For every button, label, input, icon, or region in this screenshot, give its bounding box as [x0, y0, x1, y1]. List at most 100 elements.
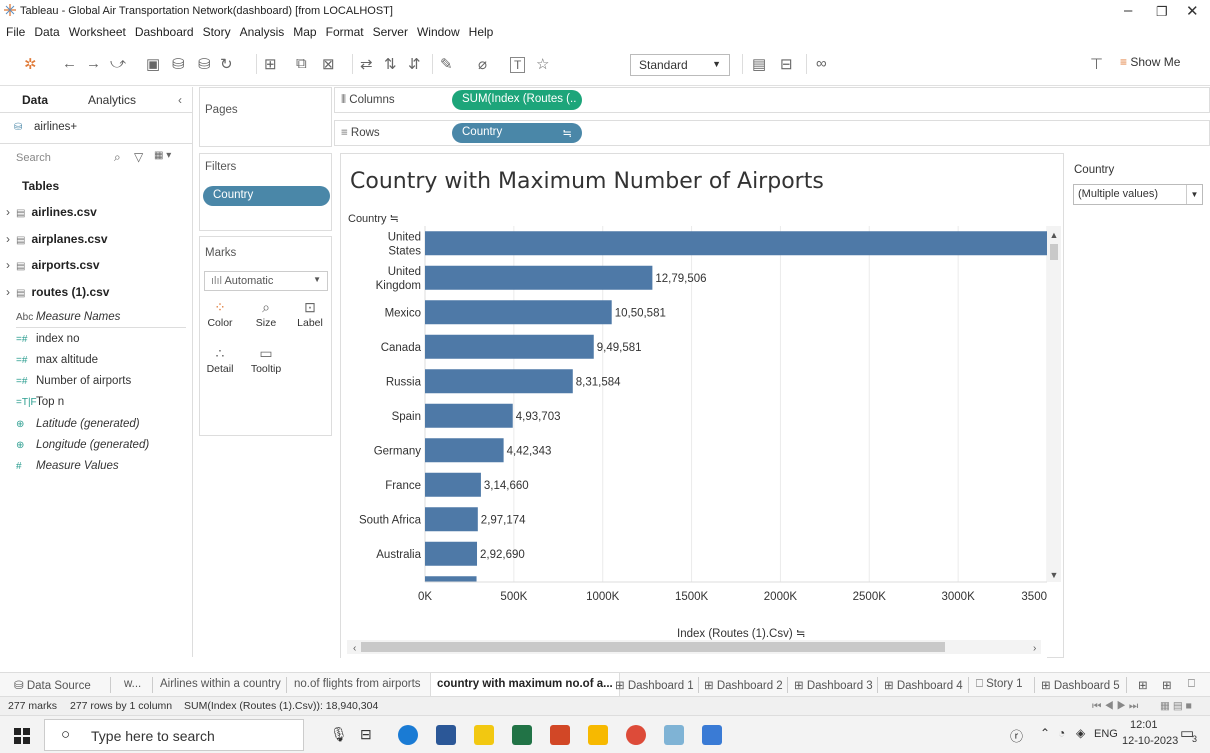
menu-format[interactable]: Format [326, 25, 364, 39]
tab-dashboard-4[interactable]: ⊞ Dashboard 4 [884, 678, 963, 692]
columns-pill[interactable]: SUM(Index (Routes (.. [452, 90, 582, 110]
network-icon[interactable]: ◔ [1058, 726, 1065, 740]
swap-icon[interactable]: ⇄ [360, 55, 373, 73]
sheet-nav-icon[interactable]: ⏮ ◀ ▶ ⏭ [1092, 700, 1138, 713]
tab-sheet[interactable]: w... [124, 678, 141, 690]
new-dashboard-icon[interactable]: ⊞ [1162, 678, 1172, 692]
tab-dashboard-3[interactable]: ⊞ Dashboard 3 [794, 678, 873, 692]
field-item[interactable]: =# index no [16, 333, 79, 345]
view-toggle-icon[interactable]: ▦ ▤ ■ [1160, 700, 1192, 712]
tab-story-1[interactable]: ⎕ Story 1 [976, 678, 1023, 691]
menu-file[interactable]: File [6, 25, 25, 39]
new-story-icon[interactable]: ⎕ [1188, 678, 1195, 691]
group-icon[interactable]: ⌀ [478, 55, 487, 73]
file-explorer-icon[interactable] [474, 725, 494, 745]
menu-worksheet[interactable]: Worksheet [69, 25, 126, 39]
redo-icon[interactable]: ⤻ [110, 55, 126, 72]
field-item[interactable]: =T|FTop n [16, 396, 64, 408]
duplicate-icon[interactable]: ⧉ [296, 55, 307, 72]
menu-server[interactable]: Server [373, 25, 408, 39]
field-item[interactable]: # Measure Values [16, 460, 119, 472]
tab-dashboard-2[interactable]: ⊞ Dashboard 2 [704, 678, 783, 692]
search-icon[interactable]: ⌕ [114, 150, 121, 165]
close-button[interactable]: ✕ [1186, 2, 1199, 20]
datasource-item[interactable]: ⛁ airlines+ [14, 121, 77, 133]
pin-icon[interactable]: ⊤ [1090, 55, 1103, 73]
tab-sheet[interactable]: no.of flights from airports [294, 678, 421, 690]
share-icon[interactable]: ∞ [816, 55, 827, 72]
people-icon[interactable]: ⓡ [1010, 726, 1023, 745]
menu-analysis[interactable]: Analysis [240, 25, 285, 39]
table-item[interactable]: › ▤ airlines.csv [6, 205, 97, 219]
highlight-icon[interactable]: ✎ [440, 55, 453, 73]
search-input[interactable]: Search [16, 152, 112, 164]
tab-data[interactable]: Data [22, 93, 48, 107]
field-item[interactable]: =# Number of airports [16, 375, 131, 387]
field-item[interactable]: =# max altitude [16, 354, 98, 366]
fit-select[interactable]: Standard ▼ [630, 54, 730, 76]
detail-button[interactable]: ∴ Detail [204, 345, 236, 379]
back-icon[interactable]: ← [62, 55, 77, 72]
table-item[interactable]: › ▤ airports.csv [6, 258, 100, 272]
refresh-icon[interactable]: ↻ [220, 55, 233, 73]
filter-icon[interactable]: ▽ [134, 150, 143, 164]
tab-sheet[interactable]: Airlines within a country [160, 678, 281, 690]
menu-window[interactable]: Window [417, 25, 460, 39]
language-indicator[interactable]: ENG [1094, 728, 1118, 740]
clock-date[interactable]: 12-10-2023 [1122, 735, 1178, 747]
fix-axes-icon[interactable]: ☆ [536, 55, 549, 73]
app-icon[interactable] [588, 725, 608, 745]
windows-start-icon[interactable] [14, 728, 30, 744]
tab-dashboard-5[interactable]: ⊞ Dashboard 5 [1041, 678, 1120, 692]
new-worksheet-icon[interactable]: ⊞ [264, 55, 277, 73]
volume-icon[interactable]: ◈ [1076, 726, 1085, 740]
new-datasource-icon[interactable]: ⛁ [172, 55, 185, 73]
show-cards-icon[interactable]: ▤ [752, 55, 766, 73]
pages-card[interactable]: Pages [199, 87, 332, 147]
menu-map[interactable]: Map [293, 25, 316, 39]
pause-updates-icon[interactable]: ⛁ [198, 55, 211, 73]
rows-shelf[interactable]: ≡ Rows Country ≒ [334, 120, 1210, 146]
tooltip-button[interactable]: ▭ Tooltip [250, 345, 282, 379]
menu-dashboard[interactable]: Dashboard [135, 25, 194, 39]
tab-dashboard-1[interactable]: ⊞ Dashboard 1 [615, 678, 694, 692]
minimize-button[interactable]: – [1124, 2, 1132, 19]
menu-story[interactable]: Story [203, 25, 231, 39]
sort-desc-icon[interactable]: ⇵ [408, 55, 421, 73]
powerpoint-icon[interactable] [550, 725, 570, 745]
photos-icon[interactable] [702, 725, 722, 745]
taskbar-search[interactable]: ○ Type here to search [44, 719, 304, 751]
field-item[interactable]: ⊕ Longitude (generated) [16, 439, 149, 451]
filter-pill-country[interactable]: Country [203, 186, 330, 206]
clear-sheet-icon[interactable]: ⊠ [322, 55, 335, 73]
collapse-pane-icon[interactable]: ‹ [178, 93, 182, 107]
field-item[interactable]: Abc Measure Names [16, 311, 120, 323]
labels-icon[interactable]: T [510, 57, 526, 73]
menu-help[interactable]: Help [469, 25, 494, 39]
microphone-icon[interactable]: 🎙 [330, 726, 348, 743]
table-item[interactable]: › ▤ routes (1).csv [6, 285, 109, 299]
menu-data[interactable]: Data [34, 25, 59, 39]
view-options-icon[interactable]: ▦ ▾ [154, 150, 171, 161]
save-icon[interactable]: ▣ [146, 55, 160, 73]
tab-analytics[interactable]: Analytics [88, 93, 136, 107]
tableau-home-icon[interactable]: ✲ [24, 55, 37, 73]
clock-time[interactable]: 12:01 [1130, 719, 1158, 731]
table-item[interactable]: › ▤ airplanes.csv [6, 232, 108, 246]
rows-pill[interactable]: Country ≒ [452, 123, 582, 143]
color-button[interactable]: ⁘ Color [204, 299, 236, 333]
country-filter-select[interactable]: (Multiple values) ▼ [1073, 184, 1203, 205]
word-icon[interactable] [436, 725, 456, 745]
excel-icon[interactable] [512, 725, 532, 745]
edge-icon[interactable] [398, 725, 418, 745]
mark-type-select[interactable]: ılıl Automatic ▼ [204, 271, 328, 291]
chrome-icon[interactable] [626, 725, 646, 745]
tab-sheet-active[interactable]: country with maximum no.of a... [430, 673, 620, 697]
sort-asc-icon[interactable]: ⇅ [384, 55, 397, 73]
field-item[interactable]: ⊕ Latitude (generated) [16, 418, 140, 430]
tableau-taskbar-icon[interactable] [664, 725, 684, 745]
tray-chevron-icon[interactable]: ⌃ [1040, 726, 1050, 740]
x-axis-title[interactable]: Index (Routes (1).Csv) ≒ [677, 626, 806, 640]
task-view-icon[interactable]: ⊟ [360, 726, 372, 743]
size-button[interactable]: ⌕ Size [250, 299, 282, 333]
